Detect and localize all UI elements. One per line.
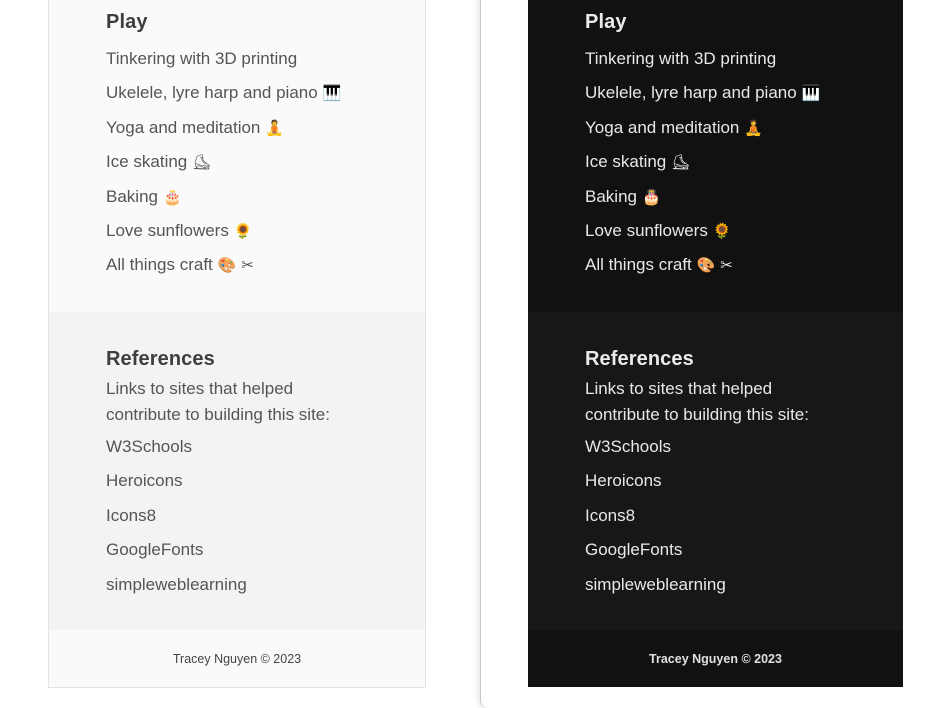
play-item-yoga: Yoga and meditation 🧘 bbox=[585, 117, 764, 137]
references-description: Links to sites that helped contribute to… bbox=[585, 379, 809, 424]
light-theme-preview: Play Tinkering with 3D printing Ukelele,… bbox=[48, 0, 426, 688]
references-list: W3Schools Heroicons Icons8 GoogleFonts s… bbox=[585, 436, 726, 608]
reference-link-icons8[interactable]: Icons8 bbox=[106, 505, 247, 539]
references-heading: References bbox=[106, 348, 215, 370]
reference-link-heroicons[interactable]: Heroicons bbox=[585, 470, 726, 504]
play-item-3d-printing: Tinkering with 3D printing bbox=[585, 49, 777, 68]
palette-scissors-icon: 🎨 ✂ bbox=[217, 256, 254, 275]
reference-link-simpleweblearning[interactable]: simpleweblearning bbox=[106, 574, 247, 608]
sunflower-icon: 🌻 bbox=[712, 221, 732, 240]
play-item-music: Ukelele, lyre harp and piano 🎹 bbox=[106, 83, 342, 103]
dark-theme-preview: Play Tinkering with 3D printing Ukelele,… bbox=[528, 0, 903, 687]
reference-link-googlefonts[interactable]: GoogleFonts bbox=[106, 539, 247, 573]
footer-copyright: Tracey Nguyen © 2023 bbox=[172, 652, 302, 666]
footer-copyright: Tracey Nguyen © 2023 bbox=[649, 652, 782, 666]
play-list: Tinkering with 3D printing Ukelele, lyre… bbox=[585, 48, 820, 289]
references-section: References Links to sites that helped co… bbox=[49, 312, 425, 630]
reference-link-heroicons[interactable]: Heroicons bbox=[106, 470, 247, 504]
reference-link-googlefonts[interactable]: GoogleFonts bbox=[585, 539, 726, 573]
meditation-icon: 🧘 bbox=[265, 118, 285, 137]
footer: Tracey Nguyen © 2023 bbox=[528, 630, 903, 687]
play-item-baking: Baking 🎂 bbox=[106, 186, 182, 206]
play-section: Play Tinkering with 3D printing Ukelele,… bbox=[528, 0, 903, 312]
play-item-craft: All things craft 🎨 ✂ bbox=[585, 255, 733, 275]
play-section: Play Tinkering with 3D printing Ukelele,… bbox=[49, 0, 425, 312]
piano-icon: 🎹 bbox=[322, 84, 342, 103]
play-list: Tinkering with 3D printing Ukelele, lyre… bbox=[106, 48, 341, 289]
play-item-music: Ukelele, lyre harp and piano 🎹 bbox=[585, 83, 821, 103]
reference-link-simpleweblearning[interactable]: simpleweblearning bbox=[585, 574, 726, 608]
footer: Tracey Nguyen © 2023 bbox=[49, 630, 425, 687]
play-item-yoga: Yoga and meditation 🧘 bbox=[106, 117, 285, 137]
play-item-craft: All things craft 🎨 ✂ bbox=[106, 255, 254, 275]
ice-skate-icon: ⛸ bbox=[192, 153, 212, 172]
reference-link-w3schools[interactable]: W3Schools bbox=[106, 436, 247, 470]
play-item-ice-skating: Ice skating ⛸ bbox=[106, 152, 212, 172]
play-heading: Play bbox=[585, 11, 627, 33]
reference-link-w3schools[interactable]: W3Schools bbox=[585, 436, 726, 470]
sunflower-icon: 🌻 bbox=[233, 221, 253, 240]
meditation-icon: 🧘 bbox=[744, 118, 764, 137]
cake-icon: 🎂 bbox=[641, 187, 661, 206]
play-item-baking: Baking 🎂 bbox=[585, 186, 661, 206]
play-heading: Play bbox=[106, 11, 148, 33]
ice-skate-icon: ⛸ bbox=[671, 153, 691, 172]
play-item-sunflowers: Love sunflowers 🌻 bbox=[106, 220, 253, 240]
references-list: W3Schools Heroicons Icons8 GoogleFonts s… bbox=[106, 436, 247, 608]
references-description: Links to sites that helped contribute to… bbox=[106, 379, 330, 424]
palette-scissors-icon: 🎨 ✂ bbox=[696, 256, 733, 275]
reference-link-icons8[interactable]: Icons8 bbox=[585, 505, 726, 539]
play-item-sunflowers: Love sunflowers 🌻 bbox=[585, 220, 732, 240]
play-item-ice-skating: Ice skating ⛸ bbox=[585, 152, 691, 172]
play-item-3d-printing: Tinkering with 3D printing bbox=[106, 49, 298, 68]
piano-icon: 🎹 bbox=[801, 84, 821, 103]
cake-icon: 🎂 bbox=[162, 187, 182, 206]
references-section: References Links to sites that helped co… bbox=[528, 312, 903, 630]
references-heading: References bbox=[585, 348, 694, 370]
